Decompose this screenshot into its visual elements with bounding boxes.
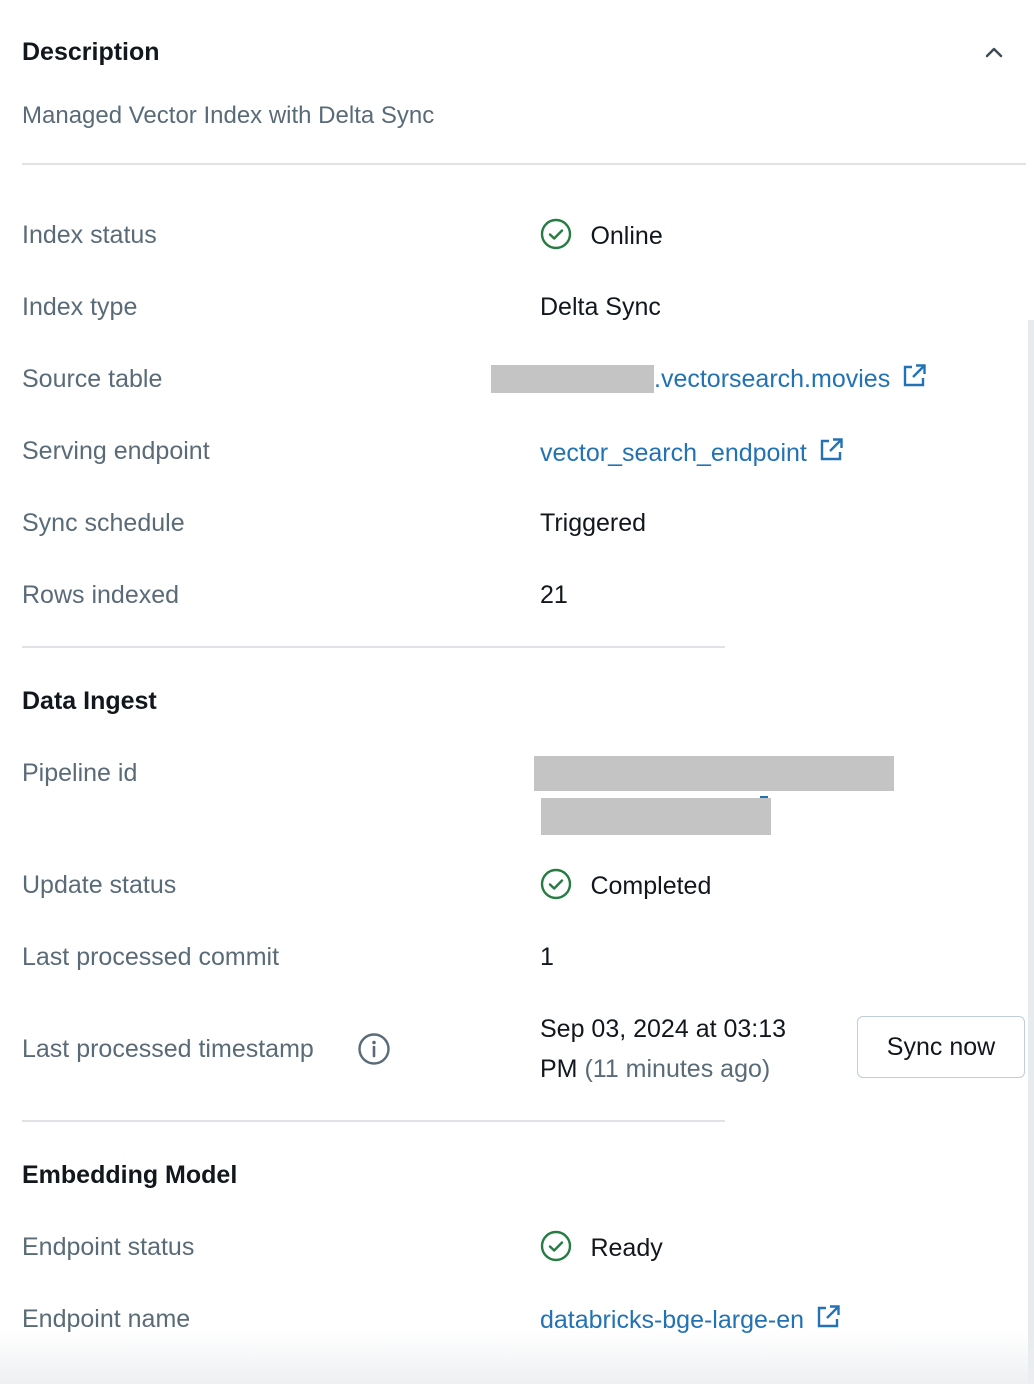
source-table-link[interactable]: .vectorsearch.movies	[654, 362, 928, 394]
divider	[22, 646, 725, 648]
endpoint-status-value: Ready	[540, 1230, 663, 1267]
index-type-value: Delta Sync	[540, 293, 661, 321]
external-link-icon[interactable]	[817, 436, 845, 464]
sync-now-button[interactable]: Sync now	[857, 1016, 1025, 1078]
serving-endpoint-link[interactable]: vector_search_endpoint	[540, 436, 845, 468]
check-circle-icon	[540, 218, 572, 250]
serving-endpoint-label: Serving endpoint	[22, 437, 210, 465]
index-type-label: Index type	[22, 293, 138, 321]
index-status-value: Online	[540, 218, 663, 251]
sync-schedule-value: Triggered	[540, 509, 647, 537]
chevron-up-icon[interactable]	[982, 38, 1006, 66]
rows-indexed-label: Rows indexed	[22, 581, 180, 609]
rows-indexed-value: 21	[540, 581, 568, 609]
scroll-fade-overlay	[0, 1330, 1034, 1384]
timestamp-meridiem: PM	[540, 1055, 578, 1083]
check-circle-icon	[540, 868, 572, 905]
source-table-link-text[interactable]: .vectorsearch.movies	[654, 365, 890, 393]
external-link-icon[interactable]	[814, 1303, 842, 1331]
update-status-value: Completed	[540, 868, 711, 905]
sync-schedule-label: Sync schedule	[22, 509, 185, 537]
check-circle-icon	[540, 1230, 572, 1267]
update-status-text: Completed	[590, 872, 712, 900]
redacted-pipeline-id-continued[interactable]	[541, 798, 771, 835]
endpoint-status-text: Ready	[590, 1234, 663, 1262]
timestamp-line1: Sep 03, 2024 at 03:13	[540, 1015, 787, 1043]
index-status-label: Index status	[22, 221, 157, 249]
info-icon[interactable]	[357, 1032, 391, 1066]
description-text: Managed Vector Index with Delta Sync	[22, 102, 435, 129]
external-link-icon[interactable]	[900, 362, 928, 390]
description-heading: Description	[22, 38, 160, 66]
serving-endpoint-link-text[interactable]: vector_search_endpoint	[540, 439, 807, 467]
index-status-text: Online	[590, 222, 663, 250]
last-processed-commit-value: 1	[540, 943, 554, 971]
data-ingest-heading: Data Ingest	[22, 687, 157, 715]
source-table-label: Source table	[22, 365, 163, 393]
scrollbar[interactable]	[1028, 320, 1034, 1384]
redacted-pipeline-id[interactable]	[534, 756, 894, 791]
timestamp-line2: PM (11 minutes ago)	[540, 1055, 770, 1084]
pipeline-id-label: Pipeline id	[22, 759, 138, 787]
endpoint-status-label: Endpoint status	[22, 1233, 195, 1261]
update-status-label: Update status	[22, 871, 177, 899]
divider	[22, 1120, 725, 1122]
redacted-catalog-name	[491, 365, 654, 393]
timestamp-relative: (11 minutes ago)	[584, 1055, 771, 1083]
embedding-model-heading: Embedding Model	[22, 1161, 238, 1189]
last-processed-timestamp-label: Last processed timestamp	[22, 1035, 314, 1063]
last-processed-commit-label: Last processed commit	[22, 943, 280, 971]
divider	[22, 163, 1026, 165]
